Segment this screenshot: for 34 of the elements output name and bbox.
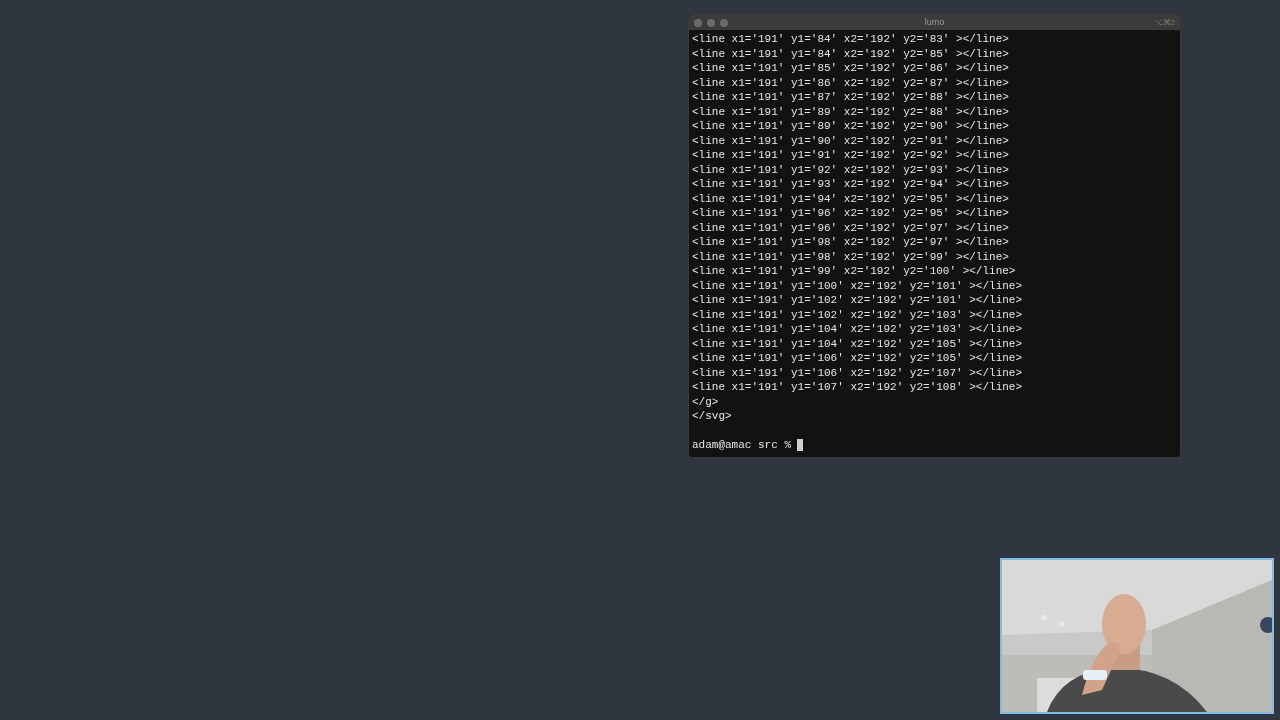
terminal-line: <line x1='191' y1='106' x2='192' y2='107' ></line> [692, 365, 1023, 380]
terminal-line: <line x1='191' y1='96' x2='192' y2='95' ></line> [692, 206, 1009, 221]
zoom-button-icon[interactable] [720, 18, 728, 27]
terminal-line: <line x1='191' y1='107' x2='192' y2='108' ></line> [692, 380, 1023, 395]
terminal-line: <line x1='191' y1='102' x2='192' y2='103' ></line> [692, 307, 1023, 322]
terminal-line: <line x1='191' y1='84' x2='192' y2='85' ></line> [692, 46, 1009, 61]
terminal-line: <line x1='191' y1='91' x2='192' y2='92' ></line> [692, 148, 1009, 163]
terminal-line: <line x1='191' y1='86' x2='192' y2='87' ></line> [692, 75, 1009, 90]
terminal-line: <line x1='191' y1='104' x2='192' y2='105' ></line> [692, 336, 1023, 351]
shell-prompt: adam@amac src % [692, 438, 792, 453]
terminal-line: <line x1='191' y1='89' x2='192' y2='88' ></line> [692, 104, 1009, 119]
terminal-line: <line x1='191' y1='98' x2='192' y2='99' ></line> [692, 249, 1009, 264]
close-button-icon[interactable] [694, 18, 702, 27]
terminal-line: <line x1='191' y1='87' x2='192' y2='88' ></line> [692, 90, 1009, 105]
terminal-line: <line x1='191' y1='90' x2='192' y2='91' ></line> [692, 133, 1009, 148]
window-title: lumo [924, 15, 945, 29]
terminal-line: <line x1='191' y1='98' x2='192' y2='97' ></line> [692, 235, 1009, 250]
terminal-line: </svg> [692, 409, 732, 424]
terminal-line: <line x1='191' y1='106' x2='192' y2='105' ></line> [692, 351, 1023, 366]
terminal-line: <line x1='191' y1='94' x2='192' y2='95' ></line> [692, 191, 1009, 206]
terminal-line: <line x1='191' y1='84' x2='192' y2='83' ></line> [692, 32, 1009, 47]
terminal-line: <line x1='191' y1='93' x2='192' y2='94' ></line> [692, 177, 1009, 192]
window-shortcut: ⌥⌘2 [1153, 16, 1175, 29]
terminal-line: <line x1='191' y1='99' x2='192' y2='100' ></line> [692, 264, 1016, 279]
terminal-line: <line x1='191' y1='100' x2='192' y2='101' ></line> [692, 278, 1023, 293]
terminal-line: <line x1='191' y1='89' x2='192' y2='90' ></line> [692, 119, 1009, 134]
terminal-line: <line x1='191' y1='104' x2='192' y2='103' ></line> [692, 322, 1023, 337]
terminal-line: <line x1='191' y1='85' x2='192' y2='86' ></line> [692, 61, 1009, 76]
terminal-line: <line x1='191' y1='96' x2='192' y2='97' ></line> [692, 220, 1009, 235]
text-cursor [797, 439, 804, 452]
terminal-line: </g> [692, 394, 719, 409]
terminal-line: <line x1='191' y1='102' x2='192' y2='101' ></line> [692, 293, 1023, 308]
minimize-button-icon[interactable] [707, 18, 715, 27]
terminal-line: <line x1='191' y1='92' x2='192' y2='93' ></line> [692, 162, 1009, 177]
